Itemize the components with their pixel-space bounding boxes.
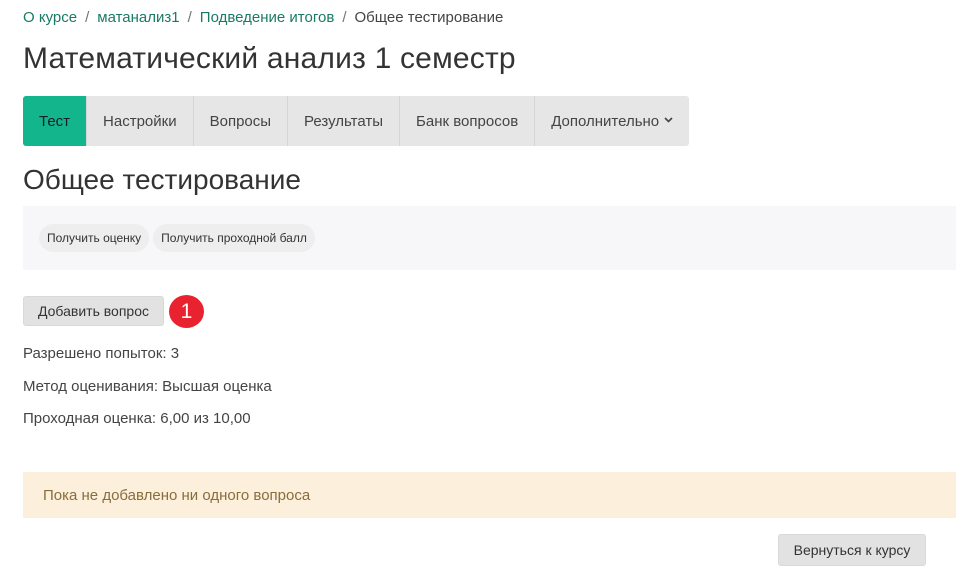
tab-more-label: Дополнительно — [551, 112, 660, 130]
section-title: Общее тестирование — [23, 164, 301, 195]
get-pass-score-button[interactable]: Получить проходной балл — [153, 224, 315, 252]
breadcrumb-separator: / — [187, 9, 192, 26]
attempts-info: Разрешено попыток: 3 — [23, 345, 180, 362]
alert-text: Пока не добавлено ни одного вопроса — [43, 486, 311, 504]
page-title: Математический анализ 1 семестр — [23, 42, 516, 75]
add-question-button[interactable]: Добавить вопрос — [23, 296, 164, 326]
get-grade-button[interactable]: Получить оценку — [39, 224, 150, 252]
breadcrumb: О курсе / матанализ1 / Подведение итогов… — [23, 8, 503, 28]
back-to-course-button[interactable]: Вернуться к курсу — [778, 534, 926, 566]
no-questions-alert: Пока не добавлено ни одного вопроса — [23, 472, 956, 518]
secondary-navigation: Получить оценку Получить проходной балл — [23, 206, 956, 270]
tab-question-bank[interactable]: Банк вопросов — [400, 96, 536, 146]
grading-method-info: Метод оценивания: Высшая оценка — [23, 378, 272, 395]
breadcrumb-link-course[interactable]: О курсе — [23, 8, 77, 28]
breadcrumb-current: Общее тестирование — [354, 9, 504, 26]
tab-questions[interactable]: Вопросы — [194, 96, 289, 146]
breadcrumb-separator: / — [85, 9, 90, 26]
breadcrumb-separator: / — [342, 9, 347, 26]
page: О курсе / матанализ1 / Подведение итогов… — [0, 0, 956, 586]
tab-settings[interactable]: Настройки — [87, 96, 194, 146]
breadcrumb-link-matan[interactable]: матанализ1 — [97, 8, 179, 28]
breadcrumb-link-summary[interactable]: Подведение итогов — [200, 8, 335, 28]
tab-results[interactable]: Результаты — [288, 96, 401, 146]
quiz-tabs: Тест Настройки Вопросы Результаты Банк в… — [23, 96, 690, 146]
tab-test[interactable]: Тест — [23, 96, 88, 146]
pass-grade-info: Проходная оценка: 6,00 из 10,00 — [23, 410, 251, 427]
tab-more[interactable]: Дополнительно — [535, 96, 689, 146]
step-badge: 1 — [169, 295, 204, 328]
chevron-down-icon — [664, 115, 673, 126]
